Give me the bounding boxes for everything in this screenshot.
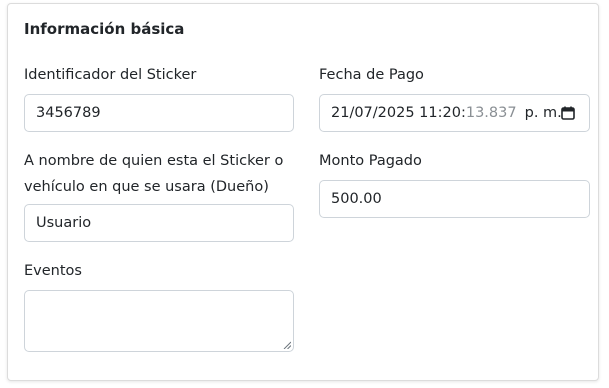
- resize-handle-icon[interactable]: [283, 341, 291, 349]
- amount-paid-label: Monto Pagado: [319, 153, 422, 169]
- payment-date-seconds: 13.837: [465, 105, 517, 121]
- owner-input[interactable]: Usuario: [24, 204, 294, 242]
- sticker-id-input[interactable]: 3456789: [24, 94, 294, 132]
- events-textarea[interactable]: [24, 290, 294, 352]
- calendar-icon[interactable]: [561, 106, 575, 120]
- payment-date-main: 21/07/2025 11:20:: [331, 105, 466, 121]
- basic-info-card: Información básica Identificador del Sti…: [7, 3, 599, 381]
- section-title: Información básica: [24, 20, 185, 38]
- payment-date-input[interactable]: 21/07/2025 11:20: 13.837 p. m.: [319, 94, 590, 132]
- owner-label-line2: vehículo en que se usara (Dueño): [24, 179, 269, 195]
- owner-value: Usuario: [36, 215, 92, 231]
- payment-date-label: Fecha de Pago: [319, 67, 424, 83]
- amount-paid-value: 500.00: [331, 191, 382, 207]
- sticker-id-value: 3456789: [36, 105, 101, 121]
- sticker-id-label: Identificador del Sticker: [24, 67, 197, 83]
- amount-paid-input[interactable]: 500.00: [319, 180, 590, 218]
- events-label: Eventos: [24, 263, 82, 279]
- payment-date-ampm: p. m.: [524, 105, 562, 121]
- owner-label-line1: A nombre de quien esta el Sticker o: [24, 153, 284, 169]
